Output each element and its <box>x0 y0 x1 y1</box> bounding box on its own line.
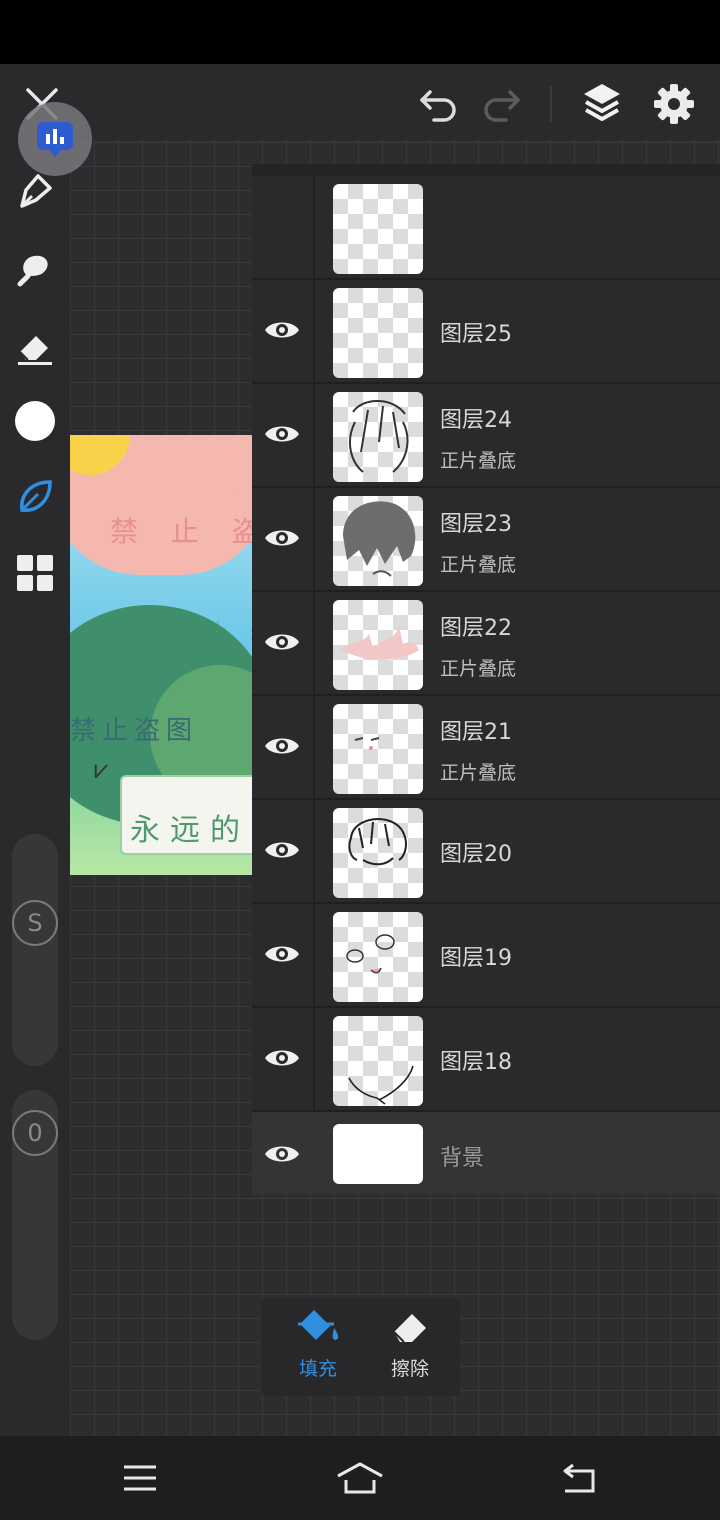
eye-icon[interactable] <box>260 828 304 872</box>
art-watermark-text: 禁 止 盗 <box>110 515 252 548</box>
eraser-tool-icon[interactable] <box>10 322 60 372</box>
eye-icon[interactable] <box>260 412 304 456</box>
status-bar <box>0 0 720 64</box>
brush-size-slider[interactable] <box>12 834 58 1066</box>
canvas-artwork: 禁 止 盗 禁 止 盗 禁止盗图 ⩗ ⩗ 永远的 <box>70 435 252 875</box>
layer-divider <box>313 384 315 488</box>
layer-divider <box>313 1008 315 1112</box>
back-icon[interactable] <box>548 1454 608 1502</box>
layer-row-23[interactable]: 图层23 正片叠底 <box>252 488 720 592</box>
floating-assistant-icon[interactable] <box>18 102 92 176</box>
toolbar-divider <box>550 86 552 122</box>
system-navigation-bar <box>0 1436 720 1520</box>
eye-icon[interactable] <box>260 932 304 976</box>
menu-icon[interactable] <box>110 1454 170 1502</box>
grid-menu-icon[interactable] <box>10 548 60 598</box>
layer-row-21[interactable]: 图层21 正片叠底 <box>252 696 720 800</box>
blend-mode-label: 正片叠底 <box>440 762 517 784</box>
opacity-knob[interactable]: 0 <box>12 1110 58 1156</box>
layer-thumbnail <box>333 496 423 586</box>
opacity-label: 0 <box>27 1119 43 1147</box>
layer-row-19[interactable]: 图层19 <box>252 904 720 1008</box>
fill-erase-popup: 填充 擦除 <box>261 1298 460 1396</box>
layer-divider <box>313 696 315 800</box>
layer-name: 图层22 <box>440 616 512 641</box>
layers-icon[interactable] <box>576 76 628 128</box>
brush-size-knob[interactable]: S <box>12 900 58 946</box>
layer-name: 图层21 <box>440 720 512 745</box>
layer-divider <box>313 280 315 384</box>
erase-label: 擦除 <box>390 1358 429 1380</box>
undo-icon[interactable] <box>414 80 462 128</box>
art-sign-text: 永远的 <box>130 813 250 848</box>
pen-tool-icon[interactable] <box>10 166 60 216</box>
layer-row-25[interactable]: 图层25 <box>252 280 720 384</box>
eye-icon[interactable] <box>260 308 304 352</box>
layers-panel: 图层25 图层24 正片叠底 图层23 正片叠底 图层22 正片叠底 图层21 … <box>252 164 720 1194</box>
layer-thumbnail <box>333 392 423 482</box>
blend-mode-label: 正片叠底 <box>440 658 517 680</box>
eye-icon[interactable] <box>260 1036 304 1080</box>
fill-label: 填充 <box>298 1358 337 1380</box>
layer-name: 图层19 <box>440 946 512 971</box>
paint-bucket-icon <box>298 1310 339 1340</box>
layer-thumbnail <box>333 808 423 898</box>
layer-thumbnail <box>333 600 423 690</box>
eraser-icon <box>393 1314 426 1343</box>
layer-thumbnail <box>333 1016 423 1106</box>
brush-size-label: S <box>27 909 43 937</box>
layer-name: 图层25 <box>440 322 512 347</box>
layer-name: 图层18 <box>440 1050 512 1075</box>
layer-row[interactable] <box>252 176 720 280</box>
layer-divider <box>313 800 315 904</box>
home-icon[interactable] <box>330 1454 390 1502</box>
layer-thumbnail <box>333 288 423 378</box>
blend-mode-label: 正片叠底 <box>440 450 517 472</box>
layer-divider <box>313 176 315 280</box>
eye-icon[interactable] <box>260 724 304 768</box>
eye-icon[interactable] <box>260 1132 304 1176</box>
layer-name: 图层24 <box>440 408 512 433</box>
layer-name: 图层23 <box>440 512 512 537</box>
fill-option[interactable]: 填充 <box>273 1306 363 1390</box>
art-watermark-text: 禁止盗图 <box>70 716 199 746</box>
layer-divider <box>313 488 315 592</box>
layer-divider <box>313 592 315 696</box>
layer-thumbnail <box>333 704 423 794</box>
color-picker-swatch[interactable] <box>10 396 60 446</box>
eye-icon[interactable] <box>260 516 304 560</box>
layer-divider <box>313 904 315 1008</box>
bird-icon: ⩗ <box>94 755 109 785</box>
layer-thumbnail <box>333 1124 423 1184</box>
eye-icon[interactable] <box>260 620 304 664</box>
layer-name: 背景 <box>440 1146 485 1171</box>
layer-row-20[interactable]: 图层20 <box>252 800 720 904</box>
gear-icon[interactable] <box>648 78 700 130</box>
layer-row-22[interactable]: 图层22 正片叠底 <box>252 592 720 696</box>
smudge-tool-icon[interactable] <box>10 244 60 294</box>
layer-thumbnail <box>333 184 423 274</box>
layer-row-24[interactable]: 图层24 正片叠底 <box>252 384 720 488</box>
redo-icon[interactable] <box>478 80 526 128</box>
layer-row-background[interactable]: 背景 <box>252 1112 720 1194</box>
leaf-brush-icon[interactable] <box>10 472 60 522</box>
layer-row-18[interactable]: 图层18 <box>252 1008 720 1112</box>
blend-mode-label: 正片叠底 <box>440 554 517 576</box>
layer-name: 图层20 <box>440 842 512 867</box>
erase-option[interactable]: 擦除 <box>365 1306 455 1390</box>
layer-thumbnail <box>333 912 423 1002</box>
